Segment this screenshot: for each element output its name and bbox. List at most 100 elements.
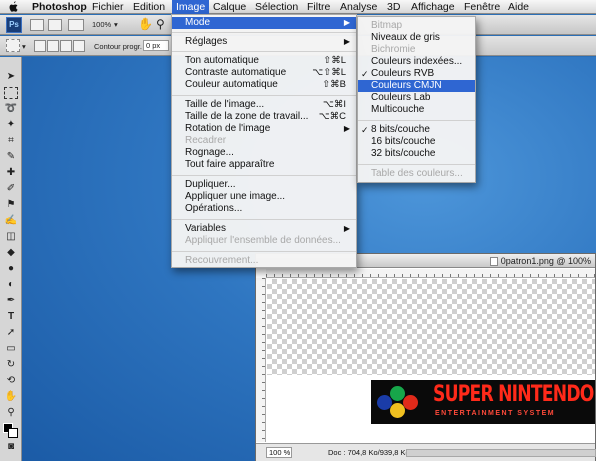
menu-item-ton-automatique[interactable]: Ton automatique ⇧⌘L xyxy=(172,55,356,67)
horizontal-ruler xyxy=(266,269,595,278)
zoom-level-select[interactable]: 100% xyxy=(92,20,111,29)
history-brush-tool-icon[interactable]: ✍ xyxy=(4,215,18,227)
menu-item-mode[interactable]: Mode ▶ xyxy=(172,17,356,29)
menu-item-32-bits[interactable]: 32 bits/couche xyxy=(358,148,475,160)
hand-tool-icon[interactable]: ✋ xyxy=(4,391,18,403)
zoom-tool-icon[interactable]: ⚲ xyxy=(156,17,165,31)
menu-item-taille-image[interactable]: Taille de l'image... ⌥⌘I xyxy=(172,99,356,111)
move-tool-icon[interactable]: ➤ xyxy=(4,71,18,83)
menu-item-rognage[interactable]: Rognage... xyxy=(172,147,356,159)
menu-item-couleur-automatique[interactable]: Couleur automatique ⇧⌘B xyxy=(172,79,356,91)
logo-title: SUPER NINTENDO xyxy=(433,382,594,407)
shape-tool-icon[interactable]: ▭ xyxy=(4,343,18,355)
feather-label: Contour progr. xyxy=(94,42,142,51)
lasso-tool-icon[interactable]: ➰ xyxy=(4,103,18,115)
menu-analyse[interactable]: Analyse xyxy=(340,0,377,14)
vertical-ruler xyxy=(256,278,266,442)
chevron-down-icon[interactable]: ▾ xyxy=(22,42,26,51)
feather-input[interactable]: 0 px xyxy=(143,40,169,51)
menu-filtre[interactable]: Filtre xyxy=(307,0,330,14)
document-zoom-field[interactable]: 100 % xyxy=(266,447,292,458)
paint-bucket-tool-icon[interactable]: ◆ xyxy=(4,247,18,259)
menu-item-16-bits[interactable]: 16 bits/couche xyxy=(358,136,475,148)
menu-calque[interactable]: Calque xyxy=(213,0,246,14)
menu-edition[interactable]: Edition xyxy=(133,0,165,14)
marquee-preset-icon[interactable] xyxy=(6,39,20,52)
menu-bar: Photoshop Fichier Edition Image Calque S… xyxy=(0,0,596,14)
pen-tool-icon[interactable]: ✒ xyxy=(4,295,18,307)
logo-subtitle: ENTERTAINMENT SYSTEM xyxy=(435,410,556,417)
zoom-tool-icon[interactable]: ⚲ xyxy=(4,407,18,419)
menu-item-multicouche[interactable]: Multicouche xyxy=(358,104,475,116)
photoshop-logo: Ps xyxy=(6,17,22,33)
menu-item-operations[interactable]: Opérations... xyxy=(172,203,356,215)
3d-orbit-tool-icon[interactable]: ⟲ xyxy=(4,375,18,387)
submenu-arrow-icon: ▶ xyxy=(343,224,350,233)
3d-rotate-tool-icon[interactable]: ↻ xyxy=(4,359,18,371)
intersect-selection-button[interactable] xyxy=(73,40,85,52)
subtract-selection-button[interactable] xyxy=(60,40,72,52)
quick-mask-icon[interactable]: ◙ xyxy=(4,441,18,453)
menu-item-bichromie: Bichromie xyxy=(371,44,416,55)
view-extras-button[interactable] xyxy=(68,19,84,31)
menu-fenetre[interactable]: Fenêtre xyxy=(464,0,500,14)
menu-item-couleurs-rvb[interactable]: ✓ Couleurs RVB xyxy=(358,68,475,80)
menu-item-dupliquer[interactable]: Dupliquer... xyxy=(172,179,356,191)
menu-item-tout-faire-apparaitre[interactable]: Tout faire apparaître xyxy=(172,159,356,171)
menu-item-variables[interactable]: Variables ▶ xyxy=(172,223,356,235)
document-title: 0patron1.png @ 100% xyxy=(500,256,591,266)
menu-item-couleurs-lab[interactable]: Couleurs Lab xyxy=(358,92,475,104)
menu-item-couleurs-cmjn[interactable]: Couleurs CMJN xyxy=(358,80,475,92)
menu-item-couleurs-indexees[interactable]: Couleurs indexées... xyxy=(358,56,475,68)
menu-item-rotation-image[interactable]: Rotation de l'image ▶ xyxy=(172,123,356,135)
menu-item-niveaux-de-gris[interactable]: Niveaux de gris xyxy=(358,32,475,44)
document-size-info[interactable]: Doc : 704,8 Ko/939,8 Ko xyxy=(328,444,410,461)
menu-item-contraste-automatique[interactable]: Contraste automatique ⌥⇧⌘L xyxy=(172,67,356,79)
crop-tool-icon[interactable]: ⌗ xyxy=(4,135,18,147)
menu-item-recouvrement: Recouvrement... xyxy=(185,255,259,266)
healing-brush-tool-icon[interactable]: ✚ xyxy=(4,167,18,179)
background-color-swatch[interactable] xyxy=(8,428,18,438)
minibridge-button[interactable] xyxy=(48,19,62,31)
menu-fichier[interactable]: Fichier xyxy=(92,0,124,14)
menu-aide[interactable]: Aide xyxy=(508,0,529,14)
menu-selection[interactable]: Sélection xyxy=(255,0,298,14)
hand-tool-icon[interactable]: ✋ xyxy=(138,17,153,31)
type-tool-icon[interactable]: T xyxy=(4,311,18,323)
eyedropper-tool-icon[interactable]: ✎ xyxy=(4,151,18,163)
marquee-tool-icon[interactable] xyxy=(4,87,18,99)
super-nintendo-logo: SUPER NINTENDO ENTERTAINMENT SYSTEM xyxy=(371,380,595,424)
menu-item-appliquer-ensemble-donnees: Appliquer l'ensemble de données... xyxy=(185,235,341,246)
new-selection-button[interactable] xyxy=(34,40,46,52)
submenu-arrow-icon: ▶ xyxy=(343,18,350,27)
menu-item-reglages[interactable]: Réglages ▶ xyxy=(172,36,356,48)
magic-wand-tool-icon[interactable]: ✦ xyxy=(4,119,18,131)
checkmark-icon: ✓ xyxy=(361,69,369,79)
snes-buttons-icon xyxy=(377,386,431,418)
path-selection-tool-icon[interactable]: ➚ xyxy=(4,327,18,339)
menu-item-recadrer: Recadrer xyxy=(185,135,227,146)
checkmark-icon: ✓ xyxy=(361,125,369,135)
menu-image[interactable]: Image xyxy=(172,0,210,14)
apple-icon[interactable] xyxy=(8,1,19,13)
blur-tool-icon[interactable]: ● xyxy=(4,263,18,275)
menu-item-appliquer-image[interactable]: Appliquer une image... xyxy=(172,191,356,203)
document-icon xyxy=(489,257,498,267)
chevron-down-icon[interactable]: ▾ xyxy=(114,20,118,29)
eraser-tool-icon[interactable]: ◫ xyxy=(4,231,18,243)
brush-tool-icon[interactable]: ✐ xyxy=(4,183,18,195)
add-selection-button[interactable] xyxy=(47,40,59,52)
dodge-tool-icon[interactable]: ◐ xyxy=(4,279,18,291)
document-canvas[interactable]: SUPER NINTENDO ENTERTAINMENT SYSTEM xyxy=(267,279,595,442)
menu-affichage[interactable]: Affichage xyxy=(411,0,455,14)
horizontal-scrollbar[interactable] xyxy=(406,449,596,457)
menu-item-bitmap: Bitmap xyxy=(371,20,403,31)
menu-3d[interactable]: 3D xyxy=(387,0,400,14)
menu-item-8-bits[interactable]: ✓ 8 bits/couche xyxy=(358,124,475,136)
menu-app-photoshop[interactable]: Photoshop xyxy=(32,0,87,14)
submenu-arrow-icon: ▶ xyxy=(343,37,350,46)
clone-stamp-tool-icon[interactable]: ⚑ xyxy=(4,199,18,211)
menu-item-taille-zone-travail[interactable]: Taille de la zone de travail... ⌥⌘C xyxy=(172,111,356,123)
bridge-button[interactable] xyxy=(30,19,44,31)
menu-item-table-des-couleurs: Table des couleurs... xyxy=(371,168,463,179)
